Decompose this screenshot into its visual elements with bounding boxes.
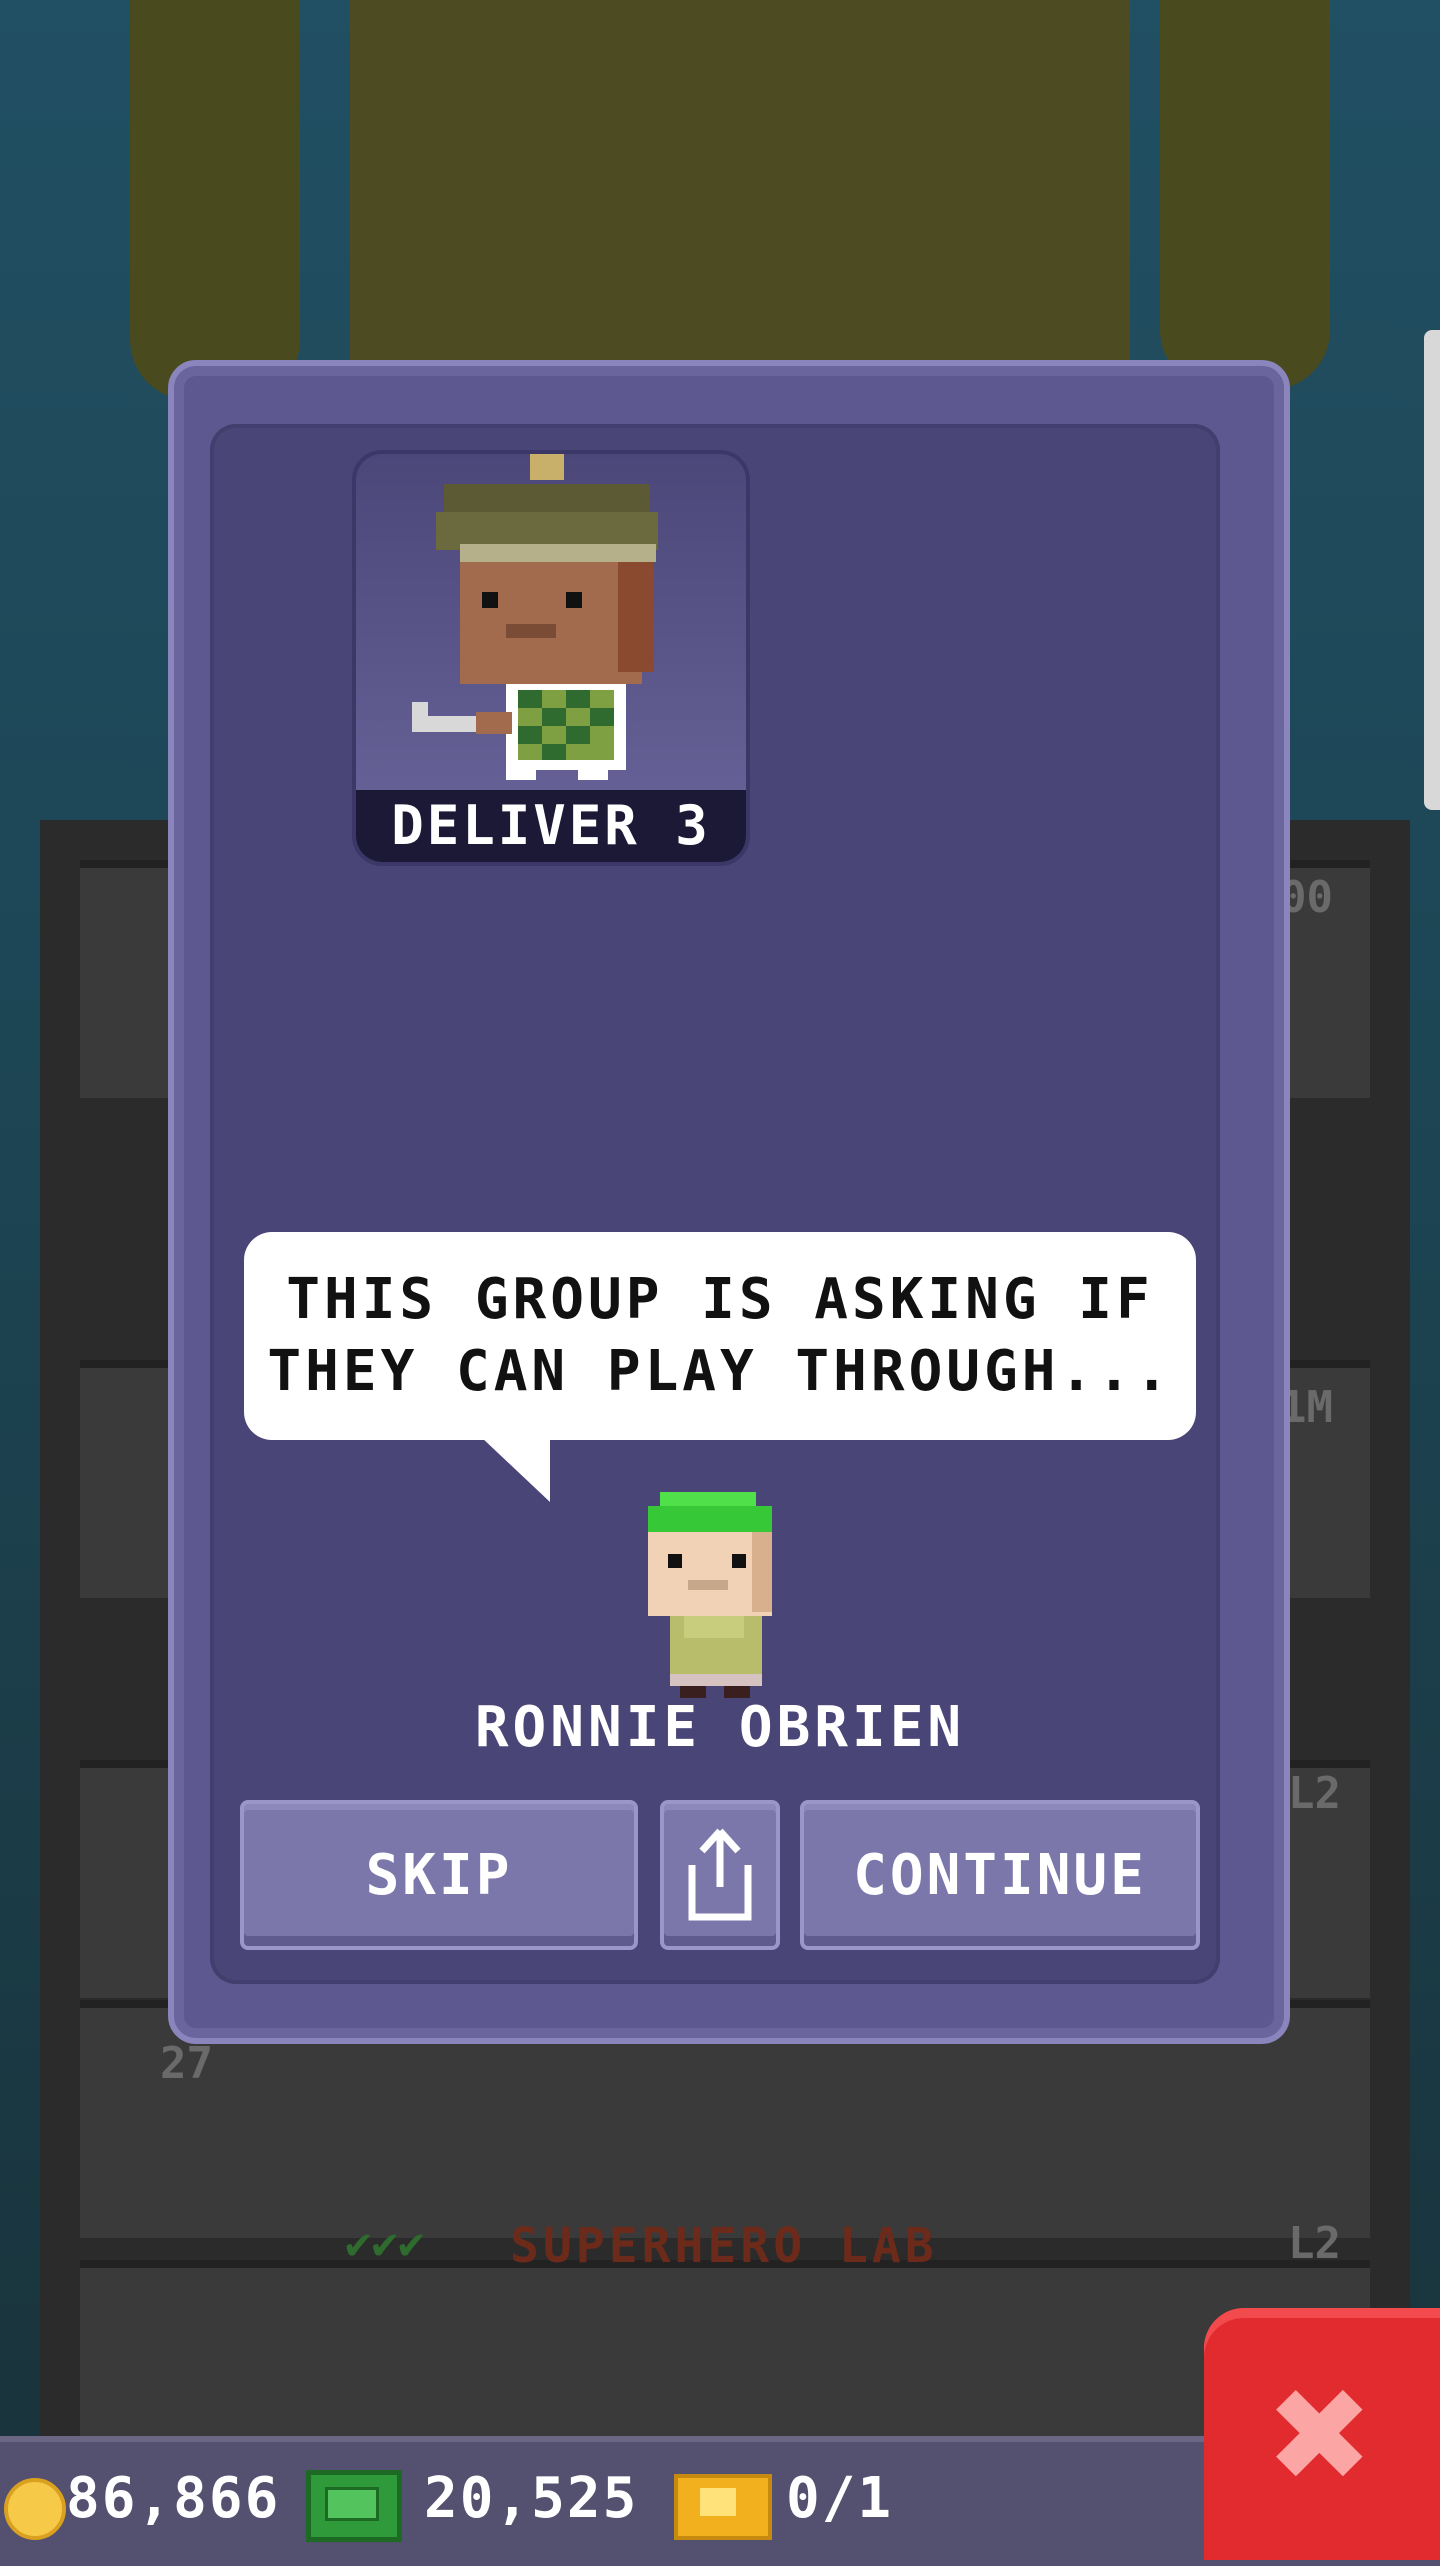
tickets-count: 0/1 [786, 2466, 894, 2531]
coin-icon [4, 2478, 66, 2540]
ticket-icon [674, 2474, 772, 2540]
skip-button-label: SKIP [365, 1842, 513, 1908]
pillar [1160, 0, 1330, 390]
floor-label: 27 [160, 2038, 213, 2089]
skip-button[interactable]: SKIP [240, 1800, 638, 1950]
coins-count: 86,866 [66, 2466, 281, 2531]
tower-floor [80, 2260, 1370, 2448]
close-button[interactable]: ✖ [1204, 2308, 1440, 2560]
ronnie-obrien-sprite [648, 1492, 772, 1698]
floor-name: SUPERHERO LAB [510, 2218, 938, 2274]
character-name: RONNIE OBRIEN [474, 1695, 966, 1760]
golfer-sprite [412, 454, 658, 780]
speech-bubble-tail [480, 1436, 550, 1502]
mission-label: DELIVER 3 [356, 790, 746, 862]
floor-label: L2 [1288, 1768, 1341, 1819]
continue-button[interactable]: CONTINUE [800, 1800, 1200, 1950]
speech-line: THIS GROUP IS ASKING IF [286, 1267, 1154, 1332]
share-button[interactable] [660, 1800, 780, 1950]
side-panel-edge [1424, 330, 1440, 810]
floor-label: L2 [1288, 2218, 1341, 2269]
bux-icon [306, 2470, 402, 2542]
continue-button-label: CONTINUE [853, 1842, 1147, 1908]
share-icon [688, 1828, 752, 1921]
speech-bubble: THIS GROUP IS ASKING IF THEY CAN PLAY TH… [244, 1232, 1196, 1440]
floor-checks: ✔✔✔ [345, 2218, 425, 2269]
pillar [130, 0, 300, 400]
pillar [350, 0, 1130, 380]
bux-count: 20,525 [424, 2466, 639, 2531]
close-icon: ✖ [1270, 2335, 1374, 2533]
speech-line: THEY CAN PLAY THROUGH... [267, 1339, 1173, 1404]
visitor-portrait-card: DELIVER 3 [352, 450, 750, 866]
